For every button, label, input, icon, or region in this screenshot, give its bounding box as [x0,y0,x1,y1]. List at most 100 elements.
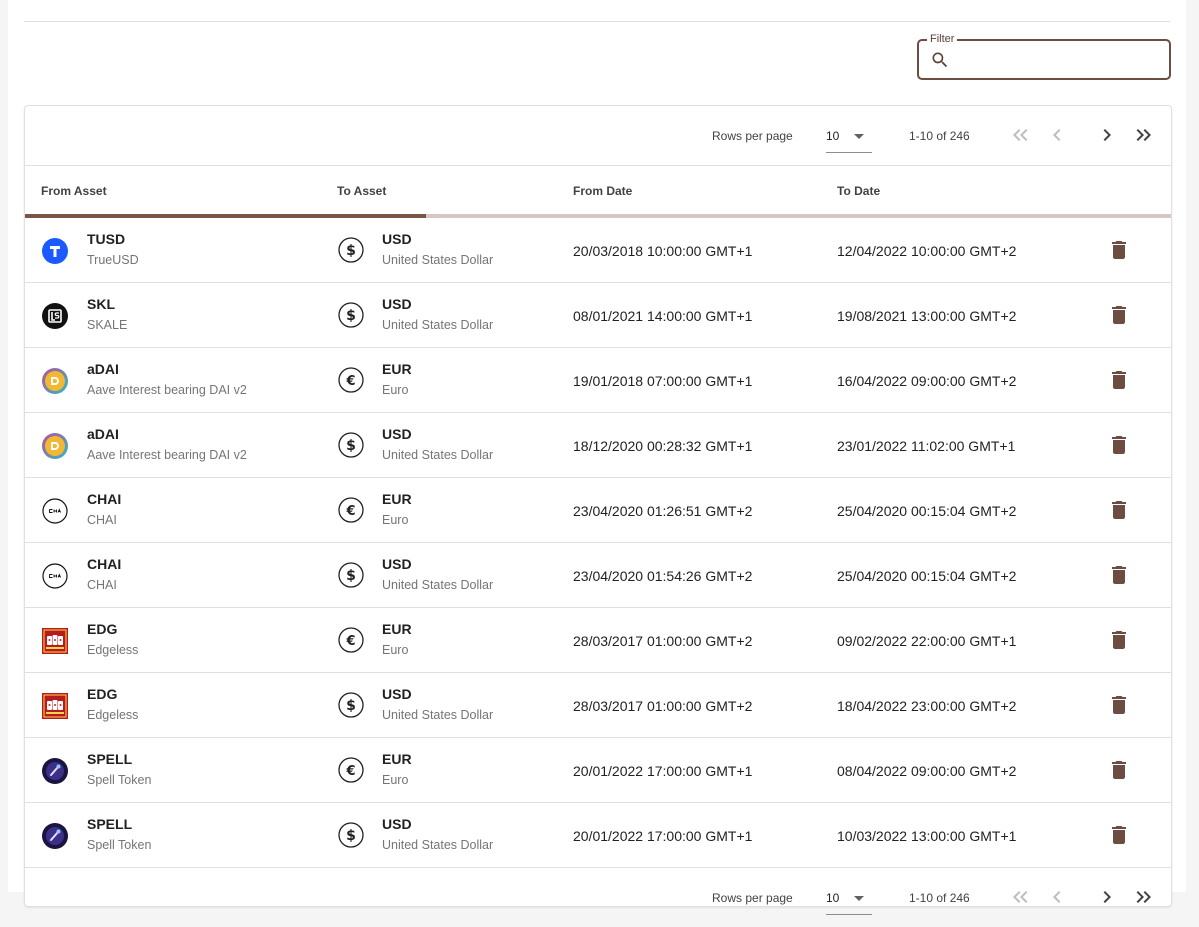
filter-label: Filter [927,32,958,46]
column-header-to-asset[interactable]: To Asset [337,184,386,198]
svg-text:$: $ [346,243,356,259]
euro-icon: € [338,497,364,523]
table-row[interactable]: TUSD TrueUSD $ USD United States Dollar 20/03… [25,218,1171,283]
from-asset-name: Aave Interest bearing DAI v2 [87,383,247,397]
table-row[interactable]: EDG Edgeless $ USD United States Dollar 28/03… [25,673,1171,738]
from-asset-name: CHAI [87,578,117,592]
from-asset-symbol: EDG [87,621,118,637]
from-asset-symbol: CHAI [87,556,122,572]
to-date: 10/03/2022 13:00:00 GMT+1 [837,828,1017,844]
to-date: 25/04/2020 00:15:04 GMT+2 [837,568,1017,584]
delete-button[interactable] [1107,433,1131,457]
to-asset-symbol: USD [382,556,412,572]
first-page-button[interactable] [1009,123,1033,147]
filter-input[interactable] [957,41,1166,80]
column-header-to-date[interactable]: To Date [837,184,880,198]
chevron-left-icon [1053,891,1061,903]
to-asset-name: United States Dollar [382,578,494,592]
svg-text:$: $ [346,568,356,584]
table-row[interactable]: EDG Edgeless € EUR Euro 28/03/2017 01:00:00 G… [25,608,1171,673]
from-asset-name: CHAI [87,513,117,527]
previous-page-button[interactable] [1045,885,1069,909]
from-date: 18/12/2020 00:28:32 GMT+1 [573,438,753,454]
delete-button[interactable] [1107,823,1131,847]
table-row[interactable]: SPELL Spell Token € EUR Euro 20/01/2022 17:00… [25,738,1171,803]
filter-field[interactable]: Filter [917,32,1171,80]
svg-text:$: $ [346,438,356,454]
to-asset-name: United States Dollar [382,708,494,722]
column-header-from-asset[interactable]: From Asset [41,184,107,198]
from-date: 23/04/2020 01:54:26 GMT+2 [573,568,753,584]
from-asset-symbol: SPELL [87,816,133,832]
from-asset-symbol: CHAI [87,491,122,507]
to-asset-symbol: EUR [382,751,412,767]
to-date: 08/04/2022 09:00:00 GMT+2 [837,763,1017,779]
from-asset-symbol: aDAI [87,426,119,442]
trash-icon [1107,628,1131,652]
table-header: From Asset To Asset From Date To Date [25,166,1171,214]
to-date: 09/02/2022 22:00:00 GMT+1 [837,633,1017,649]
to-date: 12/04/2022 10:00:00 GMT+2 [837,243,1017,259]
table-row[interactable]: aDAI Aave Interest bearing DAI v2 € EUR Euro… [25,348,1171,413]
from-date: 20/03/2018 10:00:00 GMT+1 [573,243,753,259]
rows-per-page-value: 10 [826,891,840,905]
rows-per-page-value: 10 [826,129,840,143]
chai-token-icon [42,563,68,589]
svg-text:$: $ [346,828,356,844]
dollar-icon: $ [338,432,364,458]
from-asset-name: Edgeless [87,643,139,657]
trash-icon [1107,693,1131,717]
chai-token-icon [42,498,68,524]
from-asset-symbol: SPELL [87,751,133,767]
table-row[interactable]: SKL SKALE $ USD United States Dollar 08/01/20… [25,283,1171,348]
last-page-button[interactable] [1131,123,1155,147]
table-row[interactable]: CHAI CHAI $ USD United States Dollar 23/04/20… [25,543,1171,608]
to-date: 18/04/2022 23:00:00 GMT+2 [837,698,1017,714]
dollar-icon: $ [338,822,364,848]
from-date: 28/03/2017 01:00:00 GMT+2 [573,633,753,649]
last-page-icon [1136,891,1151,903]
last-page-button[interactable] [1131,885,1155,909]
to-asset-name: United States Dollar [382,838,494,852]
to-asset-symbol: USD [382,426,412,442]
svg-text:€: € [345,504,355,519]
adai-token-icon [42,368,68,394]
last-page-icon [1136,129,1151,141]
delete-button[interactable] [1107,238,1131,262]
delete-button[interactable] [1107,563,1131,587]
delete-button[interactable] [1107,693,1131,717]
from-asset-symbol: TUSD [87,231,126,247]
trash-icon [1107,368,1131,392]
delete-button[interactable] [1107,758,1131,782]
table-row[interactable]: aDAI Aave Interest bearing DAI v2 $ USD Unit… [25,413,1171,478]
from-asset-name: Spell Token [87,773,152,787]
first-page-button[interactable] [1009,885,1033,909]
delete-button[interactable] [1107,368,1131,392]
to-asset-symbol: USD [382,686,412,702]
adai-token-icon [42,433,68,459]
previous-page-button[interactable] [1045,123,1069,147]
from-asset-symbol: EDG [87,686,118,702]
divider [24,21,1170,22]
edg-token-icon [42,628,68,654]
dollar-icon: $ [338,562,364,588]
euro-icon: € [338,627,364,653]
first-page-icon [1013,891,1028,903]
table-row[interactable]: SPELL Spell Token $ USD United States Dollar… [25,803,1171,868]
table-row[interactable]: CHAI CHAI € EUR Euro 23/04/2020 01:26:51 GMT+… [25,478,1171,543]
rows-per-page-select[interactable]: 10 [826,124,872,153]
delete-button[interactable] [1107,303,1131,327]
delete-button[interactable] [1107,498,1131,522]
rows-per-page-select[interactable]: 10 [826,886,872,915]
rows-per-page-label: Rows per page [712,891,793,905]
delete-button[interactable] [1107,628,1131,652]
from-asset-symbol: aDAI [87,361,119,377]
trash-icon [1107,498,1131,522]
column-header-from-date[interactable]: From Date [573,184,632,198]
skl-token-icon [42,303,68,329]
trash-icon [1107,823,1131,847]
next-page-button[interactable] [1095,885,1119,909]
next-page-button[interactable] [1095,123,1119,147]
to-asset-name: United States Dollar [382,253,494,267]
table-body: TUSD TrueUSD $ USD United States Dollar 20/03… [25,218,1171,868]
